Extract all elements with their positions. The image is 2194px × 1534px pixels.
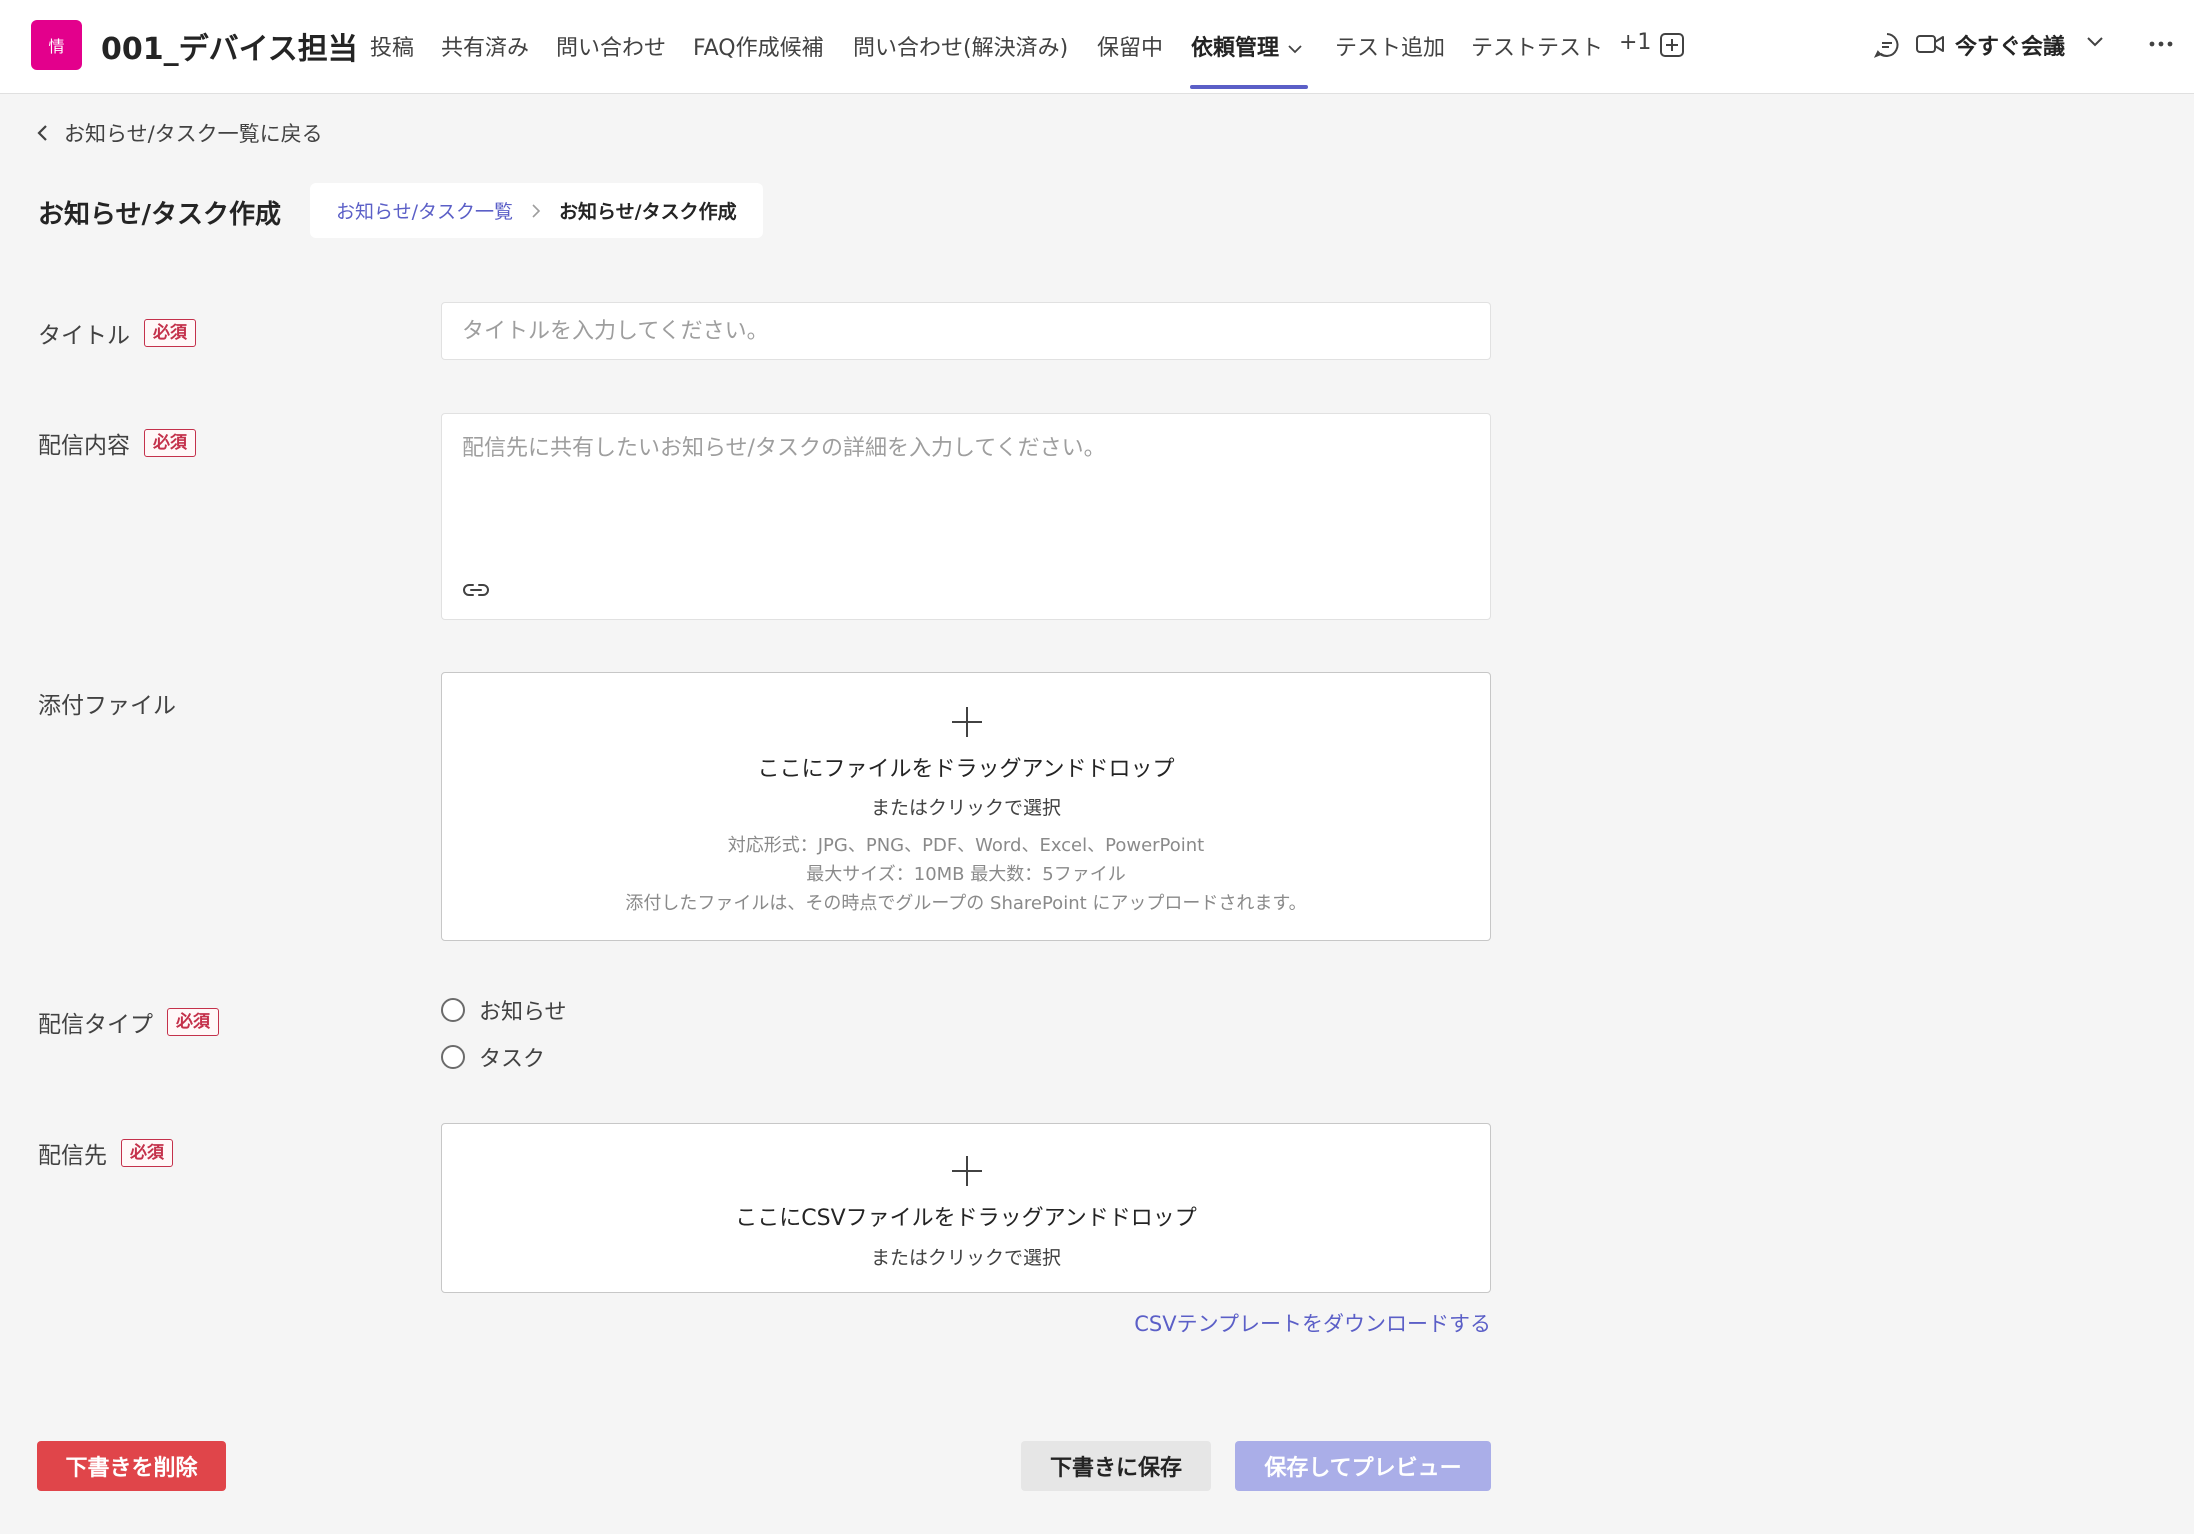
chevron-left-icon [37, 125, 47, 141]
radio-task-label: タスク [479, 1047, 546, 1072]
insert-link-icon[interactable] [462, 580, 490, 600]
delivery-type-field-label: 配信タイプ 必須 [38, 1005, 219, 1039]
breadcrumb-current: お知らせ/タスク作成 [559, 201, 737, 223]
plus-icon [952, 1156, 982, 1186]
recipients-field-label: 配信先 必須 [38, 1136, 173, 1170]
active-tab-indicator [1190, 85, 1308, 89]
page-title: お知らせ/タスク作成 [38, 200, 281, 230]
add-tab-icon[interactable] [1659, 32, 1685, 58]
delivery-type-label-text: 配信タイプ [38, 1012, 153, 1038]
attachment-dropzone[interactable]: ここにファイルをドラッグアンドドロップ またはクリックで選択 対応形式：JPG、… [441, 672, 1491, 941]
breadcrumb: お知らせ/タスク一覧 お知らせ/タスク作成 [310, 183, 763, 238]
recipients-label-text: 配信先 [38, 1143, 107, 1169]
save-draft-button[interactable]: 下書きに保存 [1021, 1441, 1211, 1491]
chevron-right-icon [532, 203, 541, 218]
meet-now-button[interactable]: 今すぐ会議 [1955, 29, 2065, 61]
channel-title: 001_デバイス担当 [101, 32, 358, 67]
attachment-limits: 最大サイズ：10MB 最大数：5ファイル [806, 864, 1126, 885]
attachment-note: 添付したファイルは、その時点でグループの SharePoint にアップロードさ… [625, 893, 1307, 914]
attachment-click-text: またはクリックで選択 [870, 797, 1061, 819]
attachment-drop-text: ここにファイルをドラッグアンドドロップ [757, 757, 1175, 782]
required-badge: 必須 [167, 1008, 219, 1036]
content-editor [441, 413, 1491, 620]
attachments-field-label: 添付ファイル [38, 686, 176, 720]
delete-draft-button[interactable]: 下書きを削除 [37, 1441, 226, 1491]
content-field-label: 配信内容 必須 [38, 426, 196, 460]
tab-faq-candidates[interactable]: FAQ作成候補 [693, 30, 824, 62]
tab-test-add[interactable]: テスト追加 [1335, 30, 1445, 62]
title-field-label: タイトル 必須 [38, 316, 196, 350]
tab-request-management[interactable]: 依頼管理 [1191, 30, 1303, 62]
csv-template-download-link[interactable]: CSVテンプレートをダウンロードする [1113, 1308, 1491, 1338]
tab-on-hold[interactable]: 保留中 [1097, 30, 1163, 62]
radio-announcement[interactable]: お知らせ [441, 994, 567, 1026]
tab-inquiries[interactable]: 問い合わせ [556, 30, 666, 62]
attachment-formats: 対応形式：JPG、PNG、PDF、Word、Excel、PowerPoint [727, 835, 1205, 856]
tab-inquiries-resolved[interactable]: 問い合わせ(解決済み) [853, 30, 1068, 62]
top-bar: 情 001_デバイス担当 投稿 共有済み 問い合わせ FAQ作成候補 問い合わせ… [0, 0, 2194, 94]
content-textarea[interactable] [442, 414, 1490, 564]
radio-button[interactable] [441, 1045, 465, 1069]
video-camera-icon[interactable] [1915, 31, 1945, 57]
radio-button[interactable] [441, 998, 465, 1022]
breadcrumb-parent-link[interactable]: お知らせ/タスク一覧 [336, 197, 513, 224]
required-badge: 必須 [144, 429, 196, 457]
title-label-text: タイトル [38, 323, 130, 349]
tab-more-count[interactable]: +1 [1619, 30, 1651, 55]
required-badge: 必須 [144, 319, 196, 347]
tab-test-test[interactable]: テストテスト [1471, 30, 1603, 62]
plus-icon [952, 707, 982, 737]
content-label-text: 配信内容 [38, 433, 130, 459]
back-link-label: お知らせ/タスク一覧に戻る [64, 122, 323, 146]
meet-now-dropdown-icon[interactable] [2086, 36, 2104, 48]
csv-click-text: またはクリックで選択 [870, 1247, 1061, 1269]
channel-avatar[interactable]: 情 [31, 20, 82, 70]
chat-icon[interactable] [1873, 31, 1901, 59]
radio-task[interactable]: タスク [441, 1041, 545, 1073]
back-to-list-link[interactable]: お知らせ/タスク一覧に戻る [36, 118, 323, 148]
attachments-label-text: 添付ファイル [38, 693, 176, 719]
more-icon[interactable] [2148, 40, 2174, 48]
tab-shared[interactable]: 共有済み [441, 30, 529, 62]
chevron-down-icon [1288, 45, 1302, 54]
tab-posts[interactable]: 投稿 [370, 30, 414, 62]
tab-request-management-label: 依頼管理 [1191, 36, 1280, 61]
csv-drop-text: ここにCSVファイルをドラッグアンドドロップ [735, 1206, 1197, 1231]
title-input[interactable] [441, 302, 1491, 360]
radio-announcement-label: お知らせ [479, 1000, 567, 1025]
save-and-preview-button[interactable]: 保存してプレビュー [1235, 1441, 1491, 1491]
required-badge: 必須 [121, 1139, 173, 1167]
csv-dropzone[interactable]: ここにCSVファイルをドラッグアンドドロップ またはクリックで選択 [441, 1123, 1491, 1293]
